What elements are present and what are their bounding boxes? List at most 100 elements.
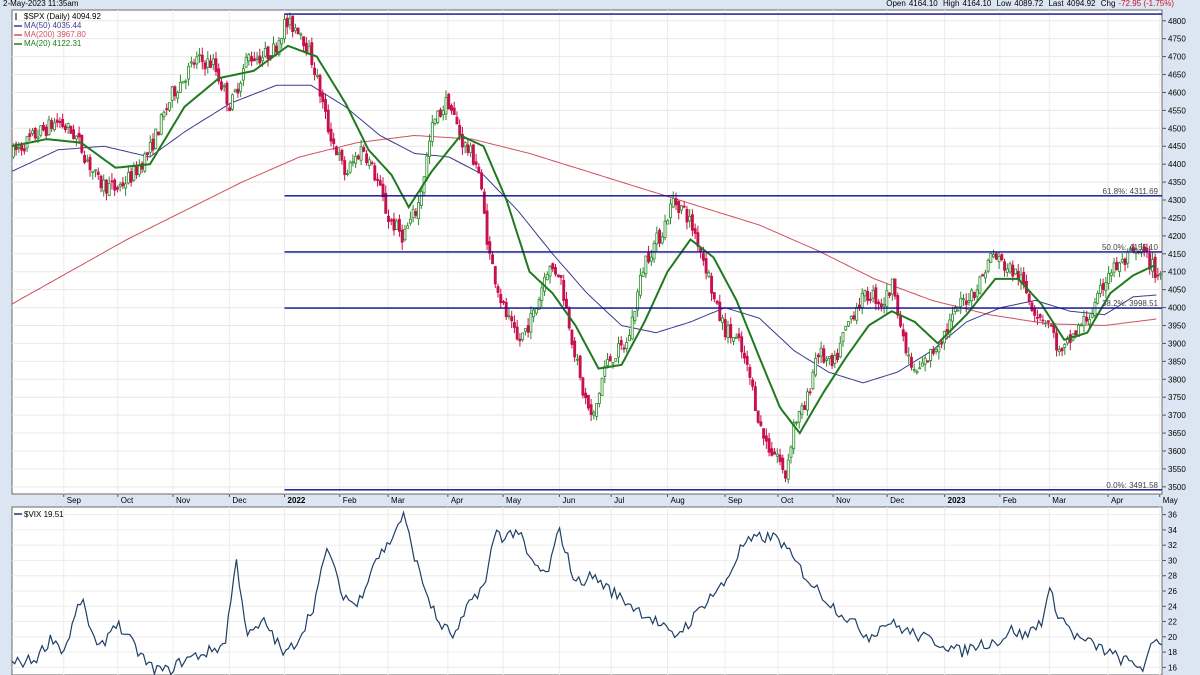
price-tick-label: 4500 <box>1168 124 1186 133</box>
candle-body <box>521 332 525 340</box>
candle-body <box>417 202 421 219</box>
candle-body <box>176 92 180 99</box>
candle-body <box>159 114 163 135</box>
candle-body <box>214 58 218 72</box>
candle-body <box>559 275 563 278</box>
candle-body <box>904 332 908 354</box>
candle-body <box>1079 324 1083 327</box>
candle-body <box>181 80 185 84</box>
price-tick-label: 3700 <box>1168 411 1186 420</box>
candle-body <box>356 155 360 160</box>
candle-body <box>135 166 139 176</box>
candle-body <box>351 161 355 164</box>
candle-body <box>118 184 122 187</box>
candle-body <box>324 99 327 112</box>
candle-body <box>91 170 95 173</box>
candle-body <box>228 107 232 112</box>
candle-body <box>540 287 544 301</box>
candle-body <box>1118 262 1121 272</box>
candle-body <box>578 355 582 378</box>
candle-body <box>1104 282 1108 291</box>
candle-body <box>1090 313 1094 318</box>
candle-body <box>143 153 147 172</box>
candle-body <box>99 175 103 189</box>
candle-body <box>85 159 89 162</box>
candle-body <box>211 58 215 65</box>
candle-body <box>258 55 262 64</box>
candle-body <box>282 19 286 40</box>
candle-body <box>313 67 316 75</box>
candle-body <box>1120 258 1124 263</box>
month-tick-label: Mar <box>1052 496 1066 505</box>
month-tick-label: Nov <box>836 496 850 505</box>
candle-body <box>740 336 744 353</box>
candle-body <box>72 129 76 140</box>
candle-body <box>992 254 996 258</box>
month-tick-label: Apr <box>451 496 464 505</box>
candle-body <box>44 126 48 137</box>
candle-body <box>778 454 782 462</box>
candle-body <box>209 60 212 68</box>
candle-body <box>729 324 733 339</box>
candle-body <box>477 166 481 174</box>
candle-body <box>1055 332 1059 351</box>
candle-body <box>61 118 65 128</box>
candle-body <box>945 329 949 333</box>
candle-body <box>66 123 70 128</box>
candle-body <box>805 391 809 411</box>
candle-body <box>827 356 831 359</box>
candle-body <box>11 145 15 158</box>
candle-body <box>105 179 108 194</box>
candle-body <box>732 337 735 342</box>
candle-body <box>581 377 585 396</box>
candle-body <box>203 62 207 70</box>
candle-body <box>597 392 601 404</box>
candle-body <box>526 325 530 333</box>
candle-body <box>619 340 623 346</box>
candle-body <box>838 342 842 358</box>
candle-body <box>318 75 322 97</box>
candle-body <box>901 329 905 337</box>
candle-body <box>701 253 705 261</box>
candle-body <box>871 290 875 299</box>
candle-body <box>923 357 927 365</box>
candle-body <box>808 391 812 394</box>
candle-body <box>682 205 686 208</box>
candle-body <box>419 191 423 206</box>
candle-body <box>1049 324 1053 327</box>
candle-body <box>789 446 793 458</box>
price-tick-label: 3850 <box>1168 357 1186 366</box>
candle-body <box>1030 302 1034 311</box>
price-tick-label: 4450 <box>1168 142 1186 151</box>
candle-body <box>967 300 971 303</box>
candle-body <box>734 336 738 340</box>
candle-body <box>291 15 295 32</box>
candle-body <box>110 180 114 183</box>
vix-tick-label: 24 <box>1168 602 1177 611</box>
candle-body <box>617 343 620 358</box>
vix-tick-label: 22 <box>1168 618 1177 627</box>
candle-body <box>233 89 237 92</box>
candle-body <box>666 220 670 225</box>
candle-body <box>157 131 160 136</box>
candle-body <box>395 220 399 230</box>
candle-body <box>288 17 292 26</box>
candle-body <box>523 328 527 332</box>
candle-body <box>1088 318 1091 325</box>
candle-body <box>1035 316 1039 319</box>
candle-body <box>184 80 188 83</box>
fib-label: 61.8%: 4311.69 <box>1103 187 1159 196</box>
candle-body <box>745 355 749 365</box>
fib-label: 38.2%: 3998.51 <box>1102 299 1159 308</box>
candle-body <box>1101 283 1105 290</box>
candle-body <box>1033 308 1037 316</box>
candle-body <box>1008 263 1012 273</box>
candle-body <box>411 208 415 218</box>
candle-body <box>529 313 533 333</box>
candle-body <box>975 289 979 297</box>
candle-body <box>811 371 815 390</box>
vix-tick-label: 28 <box>1168 572 1177 581</box>
candle-body <box>674 198 678 206</box>
price-tick-label: 4300 <box>1168 196 1186 205</box>
month-tick-label: Sep <box>728 496 743 505</box>
